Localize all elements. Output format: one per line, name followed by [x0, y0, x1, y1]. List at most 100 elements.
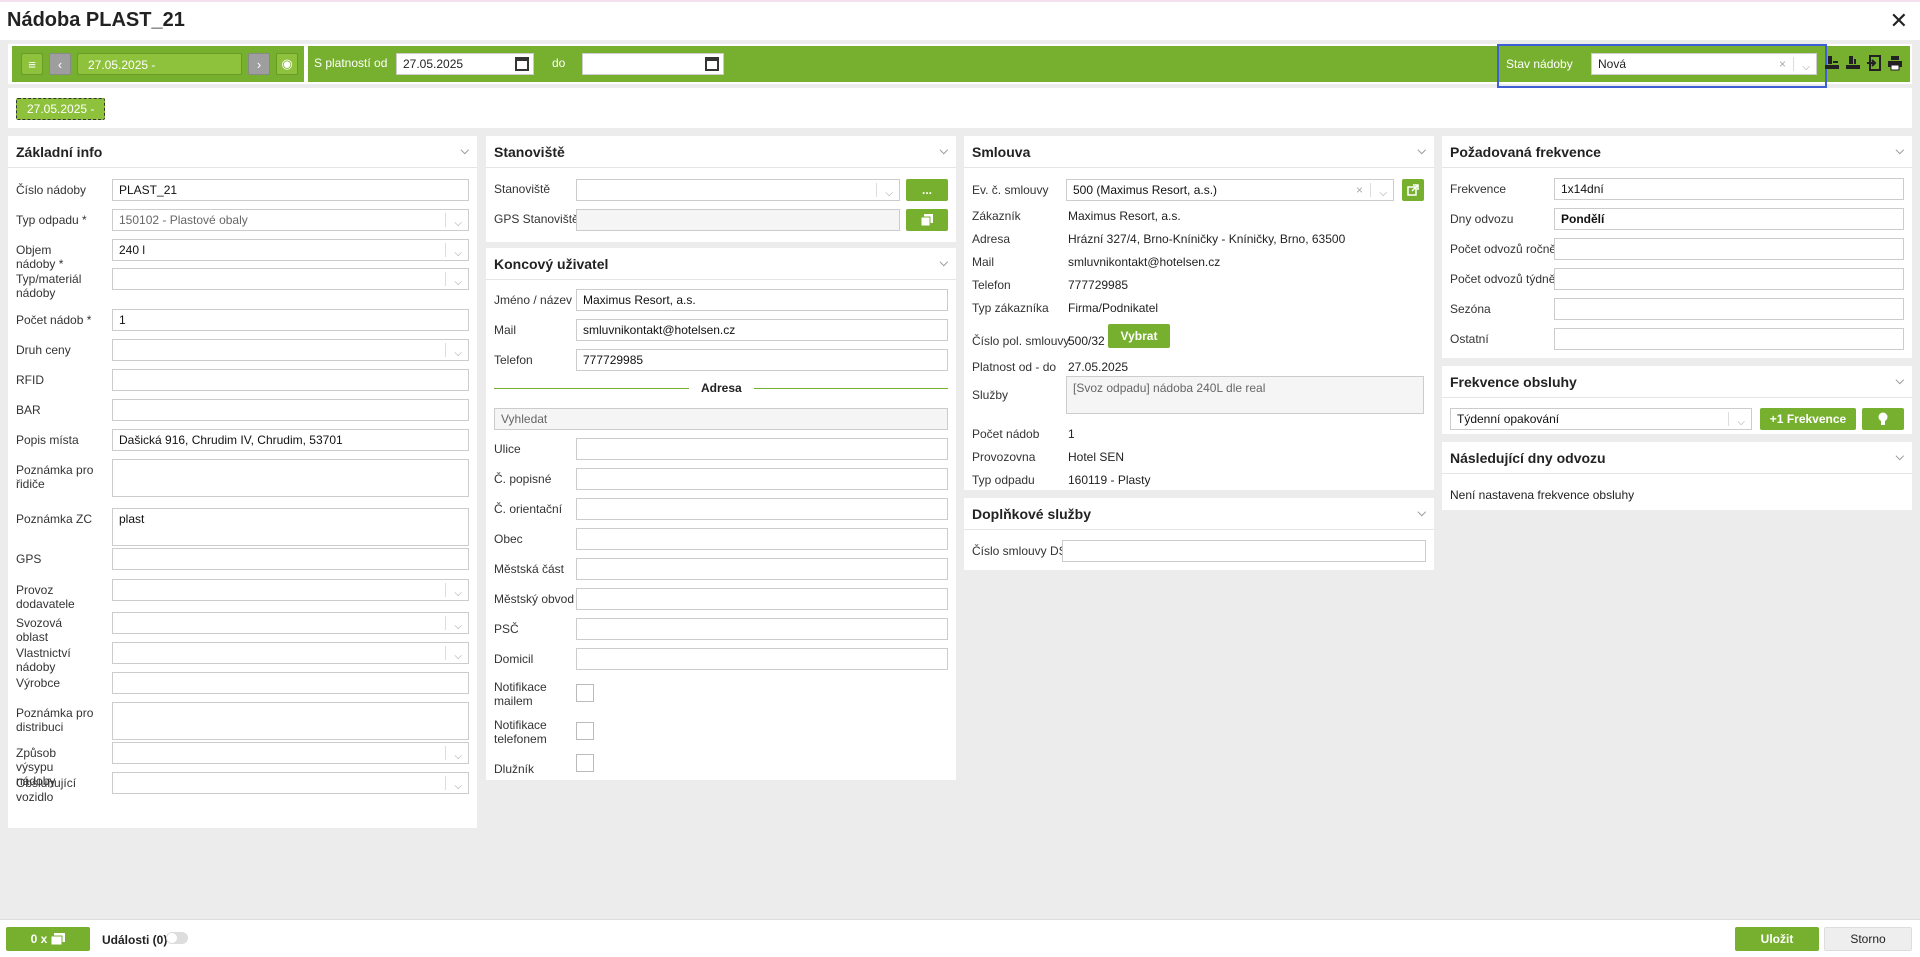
frequency-input[interactable] — [1554, 268, 1904, 290]
field-select[interactable]: ⌵ — [112, 612, 469, 634]
notif-mail-checkbox[interactable] — [576, 684, 594, 702]
stamp-in-icon[interactable] — [1823, 55, 1841, 73]
field-input[interactable] — [112, 548, 469, 570]
panel-title[interactable]: Koncový uživatel ⌵ — [486, 248, 956, 280]
save-button[interactable]: Uložit — [1735, 927, 1819, 951]
address-field-input[interactable] — [576, 588, 948, 610]
chevron-down-icon[interactable]: ⌵ — [454, 344, 462, 360]
chevron-down-icon[interactable]: ⌵ — [454, 647, 462, 663]
chevron-down-icon[interactable]: ⌵ — [454, 214, 462, 230]
field-select[interactable]: 150102 - Plastové obaly ⌵ — [112, 209, 469, 231]
address-field-input[interactable] — [576, 558, 948, 580]
events-toggle[interactable] — [166, 932, 188, 944]
field-input[interactable]: 1 — [112, 309, 469, 331]
field-select[interactable]: ⌵ — [112, 339, 469, 361]
field-input[interactable]: Dašická 916, Chrudim IV, Chrudim, 53701 — [112, 429, 469, 451]
chevron-down-icon[interactable]: ⌵ — [1802, 58, 1810, 78]
prev-period-button[interactable]: ‹ — [49, 53, 71, 75]
stanoviste-pick-button[interactable]: ... — [906, 179, 948, 201]
close-icon[interactable]: ✕ — [1890, 8, 1908, 34]
lightbulb-icon[interactable] — [1862, 408, 1904, 430]
chevron-down-icon[interactable]: ⌵ — [454, 273, 462, 289]
frequency-input[interactable] — [1554, 238, 1904, 260]
chevron-down-icon[interactable]: ⌵ — [1896, 451, 1904, 464]
panel-title[interactable]: Základní info ⌵ — [8, 136, 477, 168]
status-select[interactable]: Nová × ⌵ — [1591, 53, 1817, 75]
chevron-down-icon[interactable]: ⌵ — [1896, 145, 1904, 158]
menu-icon[interactable]: ≡ — [21, 53, 43, 75]
frequency-input[interactable]: 1x14dní — [1554, 178, 1904, 200]
print-icon[interactable] — [1886, 55, 1904, 73]
field-input[interactable] — [112, 459, 469, 497]
frequency-input[interactable] — [1554, 298, 1904, 320]
panel-title[interactable]: Stanoviště ⌵ — [486, 136, 956, 168]
period-selector[interactable]: 27.05.2025 - — [77, 53, 242, 75]
panel-title[interactable]: Následující dny odvozu ⌵ — [1442, 442, 1912, 474]
field-input[interactable] — [112, 369, 469, 391]
clear-icon[interactable]: × — [1356, 180, 1363, 200]
cancel-button[interactable]: Storno — [1824, 927, 1912, 951]
address-field-input[interactable] — [576, 528, 948, 550]
stamp-out-icon[interactable] — [1844, 55, 1862, 73]
visibility-eye-icon[interactable]: ◉ — [276, 53, 298, 75]
field-select[interactable]: ⌵ — [112, 642, 469, 664]
clear-icon[interactable]: × — [1779, 54, 1786, 74]
debtor-checkbox[interactable] — [576, 754, 594, 772]
field-select[interactable]: ⌵ — [112, 268, 469, 290]
notif-phone-checkbox[interactable] — [576, 722, 594, 740]
external-link-icon[interactable] — [1402, 179, 1424, 201]
field-input[interactable]: plast — [112, 508, 469, 546]
field-input[interactable] — [112, 399, 469, 421]
valid-to-input[interactable] — [582, 53, 724, 75]
contract-select[interactable]: 500 (Maximus Resort, a.s.) × ⌵ — [1066, 179, 1394, 201]
chevron-down-icon[interactable]: ⌵ — [1737, 413, 1745, 429]
field-select[interactable]: 240 l ⌵ — [112, 239, 469, 261]
service-frequency-select[interactable]: Týdenní opakování ⌵ — [1450, 408, 1752, 430]
chevron-down-icon[interactable]: ⌵ — [940, 145, 948, 158]
chevron-down-icon[interactable]: ⌵ — [1418, 507, 1426, 520]
chevron-down-icon[interactable]: ⌵ — [454, 747, 462, 763]
chevron-down-icon[interactable]: ⌵ — [454, 584, 462, 600]
copy-icon[interactable] — [906, 209, 948, 231]
field-input[interactable] — [112, 702, 469, 740]
chevron-down-icon[interactable]: ⌵ — [1379, 184, 1387, 200]
frequency-input[interactable] — [1554, 328, 1904, 350]
frequency-input[interactable]: Pondělí — [1554, 208, 1904, 230]
panel-title[interactable]: Doplňkové služby ⌵ — [964, 498, 1434, 530]
next-period-button[interactable]: › — [248, 53, 270, 75]
export-icon[interactable] — [1865, 55, 1883, 73]
address-field-input[interactable] — [576, 438, 948, 460]
mail-input[interactable]: smluvnikontakt@hotelsen.cz — [576, 319, 948, 341]
calendar-icon[interactable] — [705, 57, 719, 71]
address-field-input[interactable] — [576, 618, 948, 640]
ds-contract-input[interactable] — [1062, 540, 1426, 562]
panel-title[interactable]: Smlouva ⌵ — [964, 136, 1434, 168]
chevron-down-icon[interactable]: ⌵ — [454, 244, 462, 260]
address-field-input[interactable] — [576, 498, 948, 520]
panel-title[interactable]: Frekvence obsluhy ⌵ — [1442, 366, 1912, 398]
attachments-button[interactable]: 0 x — [6, 927, 90, 951]
add-frequency-button[interactable]: +1 Frekvence — [1760, 408, 1856, 430]
calendar-icon[interactable] — [515, 57, 529, 71]
services-textarea[interactable]: [Svoz odpadu] nádoba 240L dle real — [1066, 376, 1424, 414]
name-input[interactable]: Maximus Resort, a.s. — [576, 289, 948, 311]
address-search-input[interactable]: Vyhledat — [494, 408, 948, 430]
period-chip[interactable]: 27.05.2025 - — [16, 98, 106, 120]
chevron-down-icon[interactable]: ⌵ — [454, 617, 462, 633]
select-policy-button[interactable]: Vybrat — [1108, 324, 1170, 348]
chevron-down-icon[interactable]: ⌵ — [885, 184, 893, 200]
chevron-down-icon[interactable]: ⌵ — [454, 777, 462, 793]
stanoviste-select[interactable]: ⌵ — [576, 179, 900, 201]
valid-from-input[interactable]: 27.05.2025 — [396, 53, 534, 75]
field-input[interactable]: PLAST_21 — [112, 179, 469, 201]
field-select[interactable]: ⌵ — [112, 772, 469, 794]
chevron-down-icon[interactable]: ⌵ — [461, 145, 469, 158]
panel-title[interactable]: Požadovaná frekvence ⌵ — [1442, 136, 1912, 168]
chevron-down-icon[interactable]: ⌵ — [940, 257, 948, 270]
gps-stanoviste-input[interactable] — [576, 209, 900, 231]
address-field-input[interactable] — [576, 648, 948, 670]
chevron-down-icon[interactable]: ⌵ — [1418, 145, 1426, 158]
chevron-down-icon[interactable]: ⌵ — [1896, 375, 1904, 388]
address-field-input[interactable] — [576, 468, 948, 490]
field-select[interactable]: ⌵ — [112, 579, 469, 601]
